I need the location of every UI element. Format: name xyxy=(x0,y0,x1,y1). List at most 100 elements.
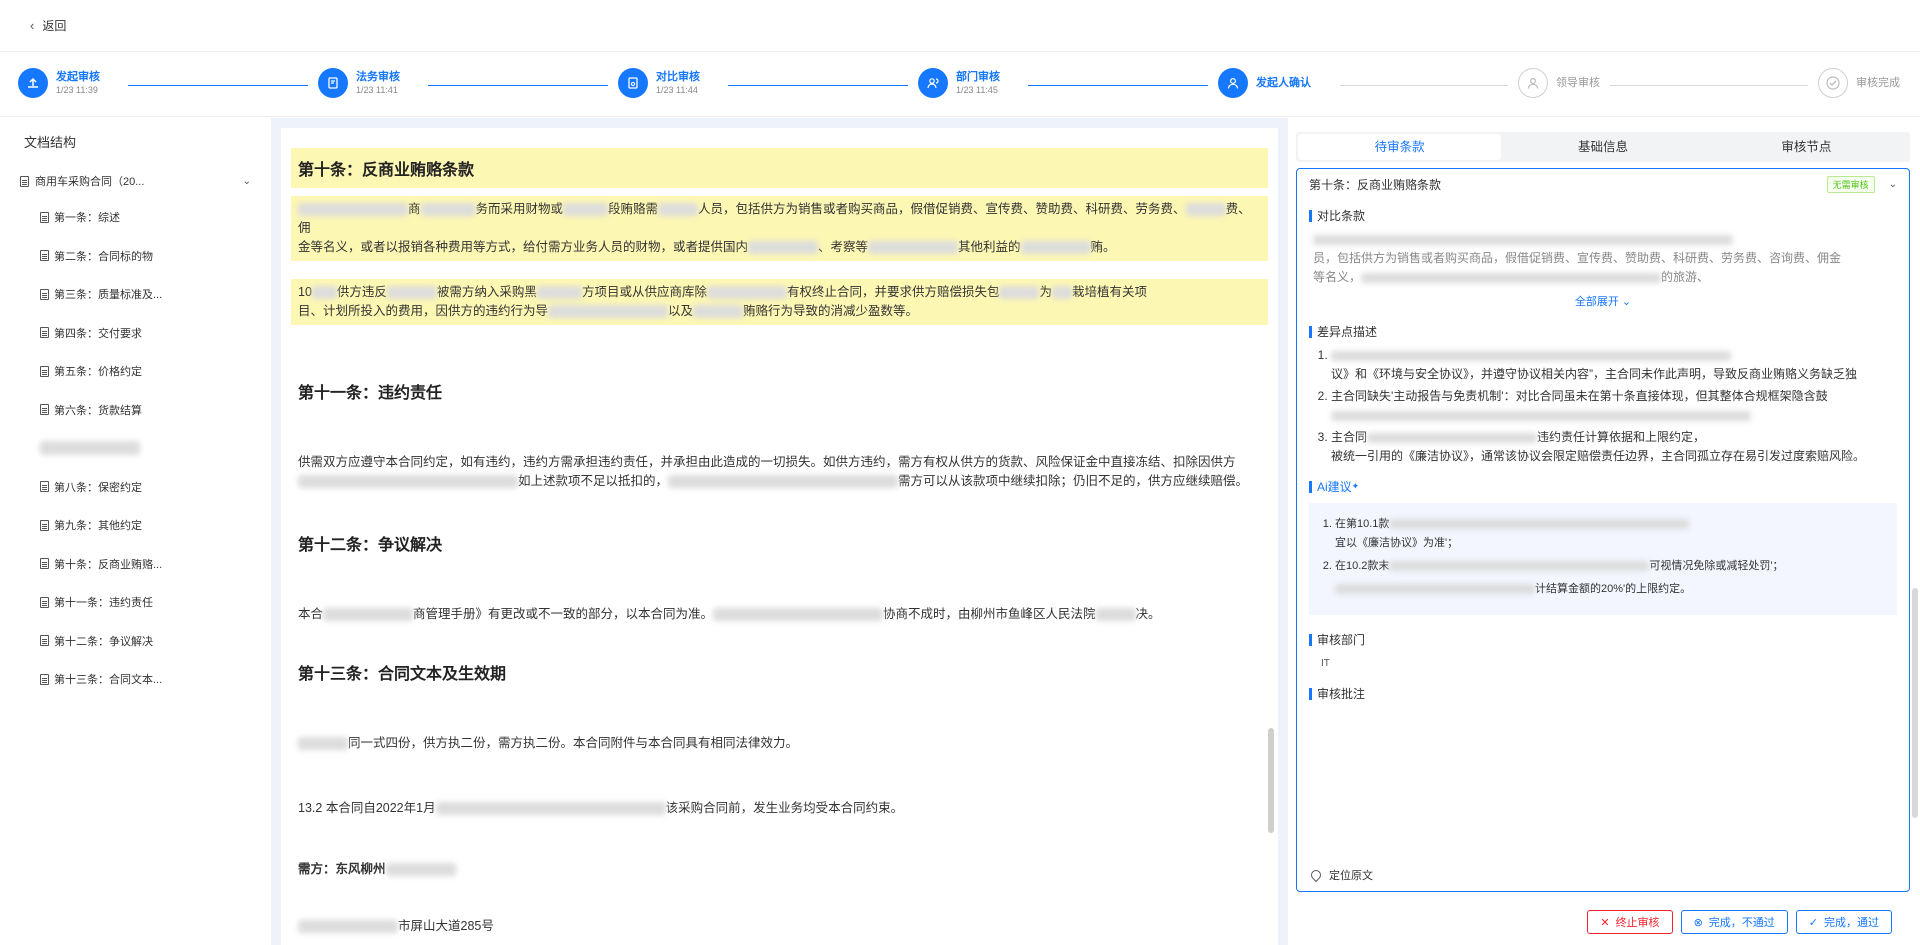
review-tabs: 待审条款 基础信息 审核节点 xyxy=(1296,132,1910,162)
tree-item[interactable]: 第十条：反商业贿赂... xyxy=(0,545,271,584)
tree-item-label: 第三条：质量标准及... xyxy=(54,289,163,302)
diff-item: 主合同缺失'主动报告与免责机制'：对比合同虽未在第十条直接体现，但其整体合规框架… xyxy=(1331,387,1893,425)
dept-value: IT xyxy=(1321,658,1330,669)
text-fragment: 其他利益的 xyxy=(958,240,1021,254)
tree-item-label: 第十二条：争议解决 xyxy=(54,635,153,648)
ai-item: 在第10.1款宜以《廉洁协议》为准'； xyxy=(1335,515,1885,553)
redacted-text xyxy=(386,286,437,300)
locate-source-link[interactable]: 定位原文 xyxy=(1308,867,1373,883)
check-circle-icon: ✓ xyxy=(1808,916,1818,929)
text-fragment: 13.2 xyxy=(298,801,323,815)
tab-pending-clauses[interactable]: 待审条款 xyxy=(1298,134,1502,160)
tree-item[interactable]: 第五条：价格约定 xyxy=(0,352,271,391)
finish-reject-button[interactable]: ⊗ 完成，不通过 xyxy=(1680,910,1788,934)
document-icon xyxy=(40,211,49,223)
text-fragment: 供需双方应遵守本合同约定，如有违约，违约方需承担违约责任，并承担由此造成的一切损… xyxy=(298,455,1236,469)
tree-item[interactable]: 第十三条：合同文本... xyxy=(0,660,271,699)
redacted-text xyxy=(298,920,398,934)
redacted-text xyxy=(1367,432,1538,443)
tree-item-label: 第九条：其他约定 xyxy=(54,520,142,533)
tree-item-label: 第五条：价格约定 xyxy=(54,366,142,379)
tree-item-redacted[interactable] xyxy=(0,429,271,468)
locate-label: 定位原文 xyxy=(1329,870,1373,882)
tree-item[interactable]: 第六条：货款结算 xyxy=(0,391,271,430)
diff-list: 议》和《环境与安全协议》，并遵守协议相关内容”，主合同未作此声明，导致反商业贿赂… xyxy=(1297,340,1909,466)
tab-basic-info[interactable]: 基础信息 xyxy=(1501,134,1704,160)
text-fragment: 商管理手册》有更改或不一致的部分，以本合同为准。 xyxy=(413,607,714,621)
step-time: 1/23 11:44 xyxy=(656,85,698,95)
redacted-text xyxy=(298,475,518,489)
document-icon xyxy=(40,558,49,570)
redacted-text xyxy=(1331,350,1731,361)
button-label: 终止审核 xyxy=(1615,917,1660,929)
text-fragment: 号 xyxy=(481,919,494,933)
document-icon xyxy=(40,481,49,493)
close-circle-icon: ⊗ xyxy=(1693,916,1703,929)
redacted-text xyxy=(548,305,669,319)
section-heading: 第十三条：合同文本及生效期 xyxy=(298,666,507,683)
text-fragment: 栽培植有关项 xyxy=(1071,285,1147,299)
action-buttons: ✕ 终止审核 ⊗ 完成，不通过 ✓ 完成，通过 xyxy=(1587,910,1892,934)
document-page[interactable]: 第十条：反商业贿赂条款 商 务而采用财物或 段贿赂需 人员，包括供方为销售或者购买商品… xyxy=(281,128,1278,945)
document-structure-panel: 文档结构 商用车采购合同（20... ⌄ 第一条：综述 第二条：合同标的物 第三… xyxy=(0,118,271,945)
diff-item: 主合同 违约责任计算依据和上限约定， 被统一引用的《廉洁协议》，通常该协议会限定赔偿… xyxy=(1331,428,1893,466)
ai-suggestion-box: 在第10.1款宜以《廉洁协议》为准'； 在10.2款末 可视情况免除或减轻处罚'；… xyxy=(1309,503,1897,615)
step-time: 1/23 11:39 xyxy=(56,85,98,95)
step-connector xyxy=(728,85,908,86)
step-name: 领导审核 xyxy=(1556,77,1600,89)
tree-item[interactable]: 第三条：质量标准及... xyxy=(0,275,271,314)
tree-root[interactable]: 商用车采购合同（20... ⌄ xyxy=(0,164,271,198)
text-fragment: 为 xyxy=(1039,285,1052,299)
step-name: 对比审核 xyxy=(656,71,700,83)
tree-item[interactable]: 第一条：综述 xyxy=(0,198,271,237)
text-fragment: 计结算金额的20%'的上限约定。 xyxy=(1535,583,1692,595)
text-fragment: 被统一引用的《廉洁协议》，通常该协议会限定赔偿责任边界，主合同孤立存在易引发过度… xyxy=(1331,449,1866,463)
ai-item: 计结算金额的20%'的上限约定。 xyxy=(1335,580,1885,599)
redacted-text xyxy=(658,203,699,217)
step-7: 审核完成 xyxy=(1818,68,1900,98)
text-fragment: 宜以《廉洁协议》为准'； xyxy=(1335,537,1459,549)
compare-clause-title: 对比条款 xyxy=(1297,207,1909,224)
button-label: 完成，不通过 xyxy=(1708,917,1775,929)
text-fragment: 需方可以从该款项中继续扣除；仍旧不足的，供方应继续赔偿。 xyxy=(898,474,1249,488)
tree-item[interactable]: 第十一条：违约责任 xyxy=(0,583,271,622)
text-fragment: 有权终止合同，并要求供方赔偿损失包 xyxy=(786,285,1000,299)
tree-item[interactable]: 第二条：合同标的物 xyxy=(0,237,271,276)
finish-pass-button[interactable]: ✓ 完成，通过 xyxy=(1795,910,1892,934)
tree-item[interactable]: 第八条：保密约定 xyxy=(0,468,271,507)
expand-all-link[interactable]: 全部展开 ⌄ xyxy=(1297,293,1909,309)
text-fragment: 段贿赂需 xyxy=(608,202,659,216)
redacted-text xyxy=(668,475,899,489)
stop-review-button[interactable]: ✕ 终止审核 xyxy=(1587,910,1673,934)
redacted-text xyxy=(1313,234,1733,245)
step-name: 发起人确认 xyxy=(1256,77,1311,89)
clause-card-header[interactable]: 第十条：反商业贿赂条款 无需审核 ⌄ xyxy=(1297,169,1909,199)
section-heading: 第十一条：违约责任 xyxy=(298,385,443,402)
panel-scrollbar[interactable] xyxy=(1912,588,1918,818)
text-fragment: 金等名义，或者以报销各种费用等方式，给付需方业务人员的财物，或者提供国内 xyxy=(298,240,749,254)
tree-item[interactable]: 第九条：其他约定 xyxy=(0,506,271,545)
step-3: 对比审核 1/23 11:44 xyxy=(618,68,700,98)
document-scrollbar[interactable] xyxy=(1268,728,1274,833)
text-fragment: 务而采用财物或 xyxy=(475,202,564,216)
chevron-down-icon[interactable]: ⌄ xyxy=(1889,179,1897,190)
document-icon xyxy=(40,327,49,339)
text-fragment: 人员，包括供方为销售或者购买商品，假借促销费、宣传费、赞助费、科研费、劳务费、 xyxy=(698,202,1186,216)
chevron-down-icon[interactable]: ⌄ xyxy=(243,176,251,187)
step-connector xyxy=(1340,85,1508,86)
clause-paragraph: 同一式四份，供方执二份，需方执二份。本合同附件与本合同具有相同法律效力。 xyxy=(291,730,1268,757)
tree-item[interactable]: 第四条：交付要求 xyxy=(0,314,271,353)
tree-item-label: 第一条：综述 xyxy=(54,212,120,225)
step-connector xyxy=(128,85,308,86)
tab-review-nodes[interactable]: 审核节点 xyxy=(1705,134,1908,160)
text-fragment: 商 xyxy=(408,202,421,216)
tree-item-label: 第十一条：违约责任 xyxy=(54,597,153,610)
redacted-text xyxy=(713,608,884,622)
text-fragment: 、考察等 xyxy=(818,240,869,254)
back-link[interactable]: 返回 xyxy=(42,17,66,34)
step-name: 部门审核 xyxy=(956,71,1000,83)
step-time: 1/23 11:45 xyxy=(956,85,998,95)
back-chevron-icon[interactable]: ‹ xyxy=(30,18,34,33)
document-icon xyxy=(40,365,49,377)
tree-item[interactable]: 第十二条：争议解决 xyxy=(0,622,271,661)
